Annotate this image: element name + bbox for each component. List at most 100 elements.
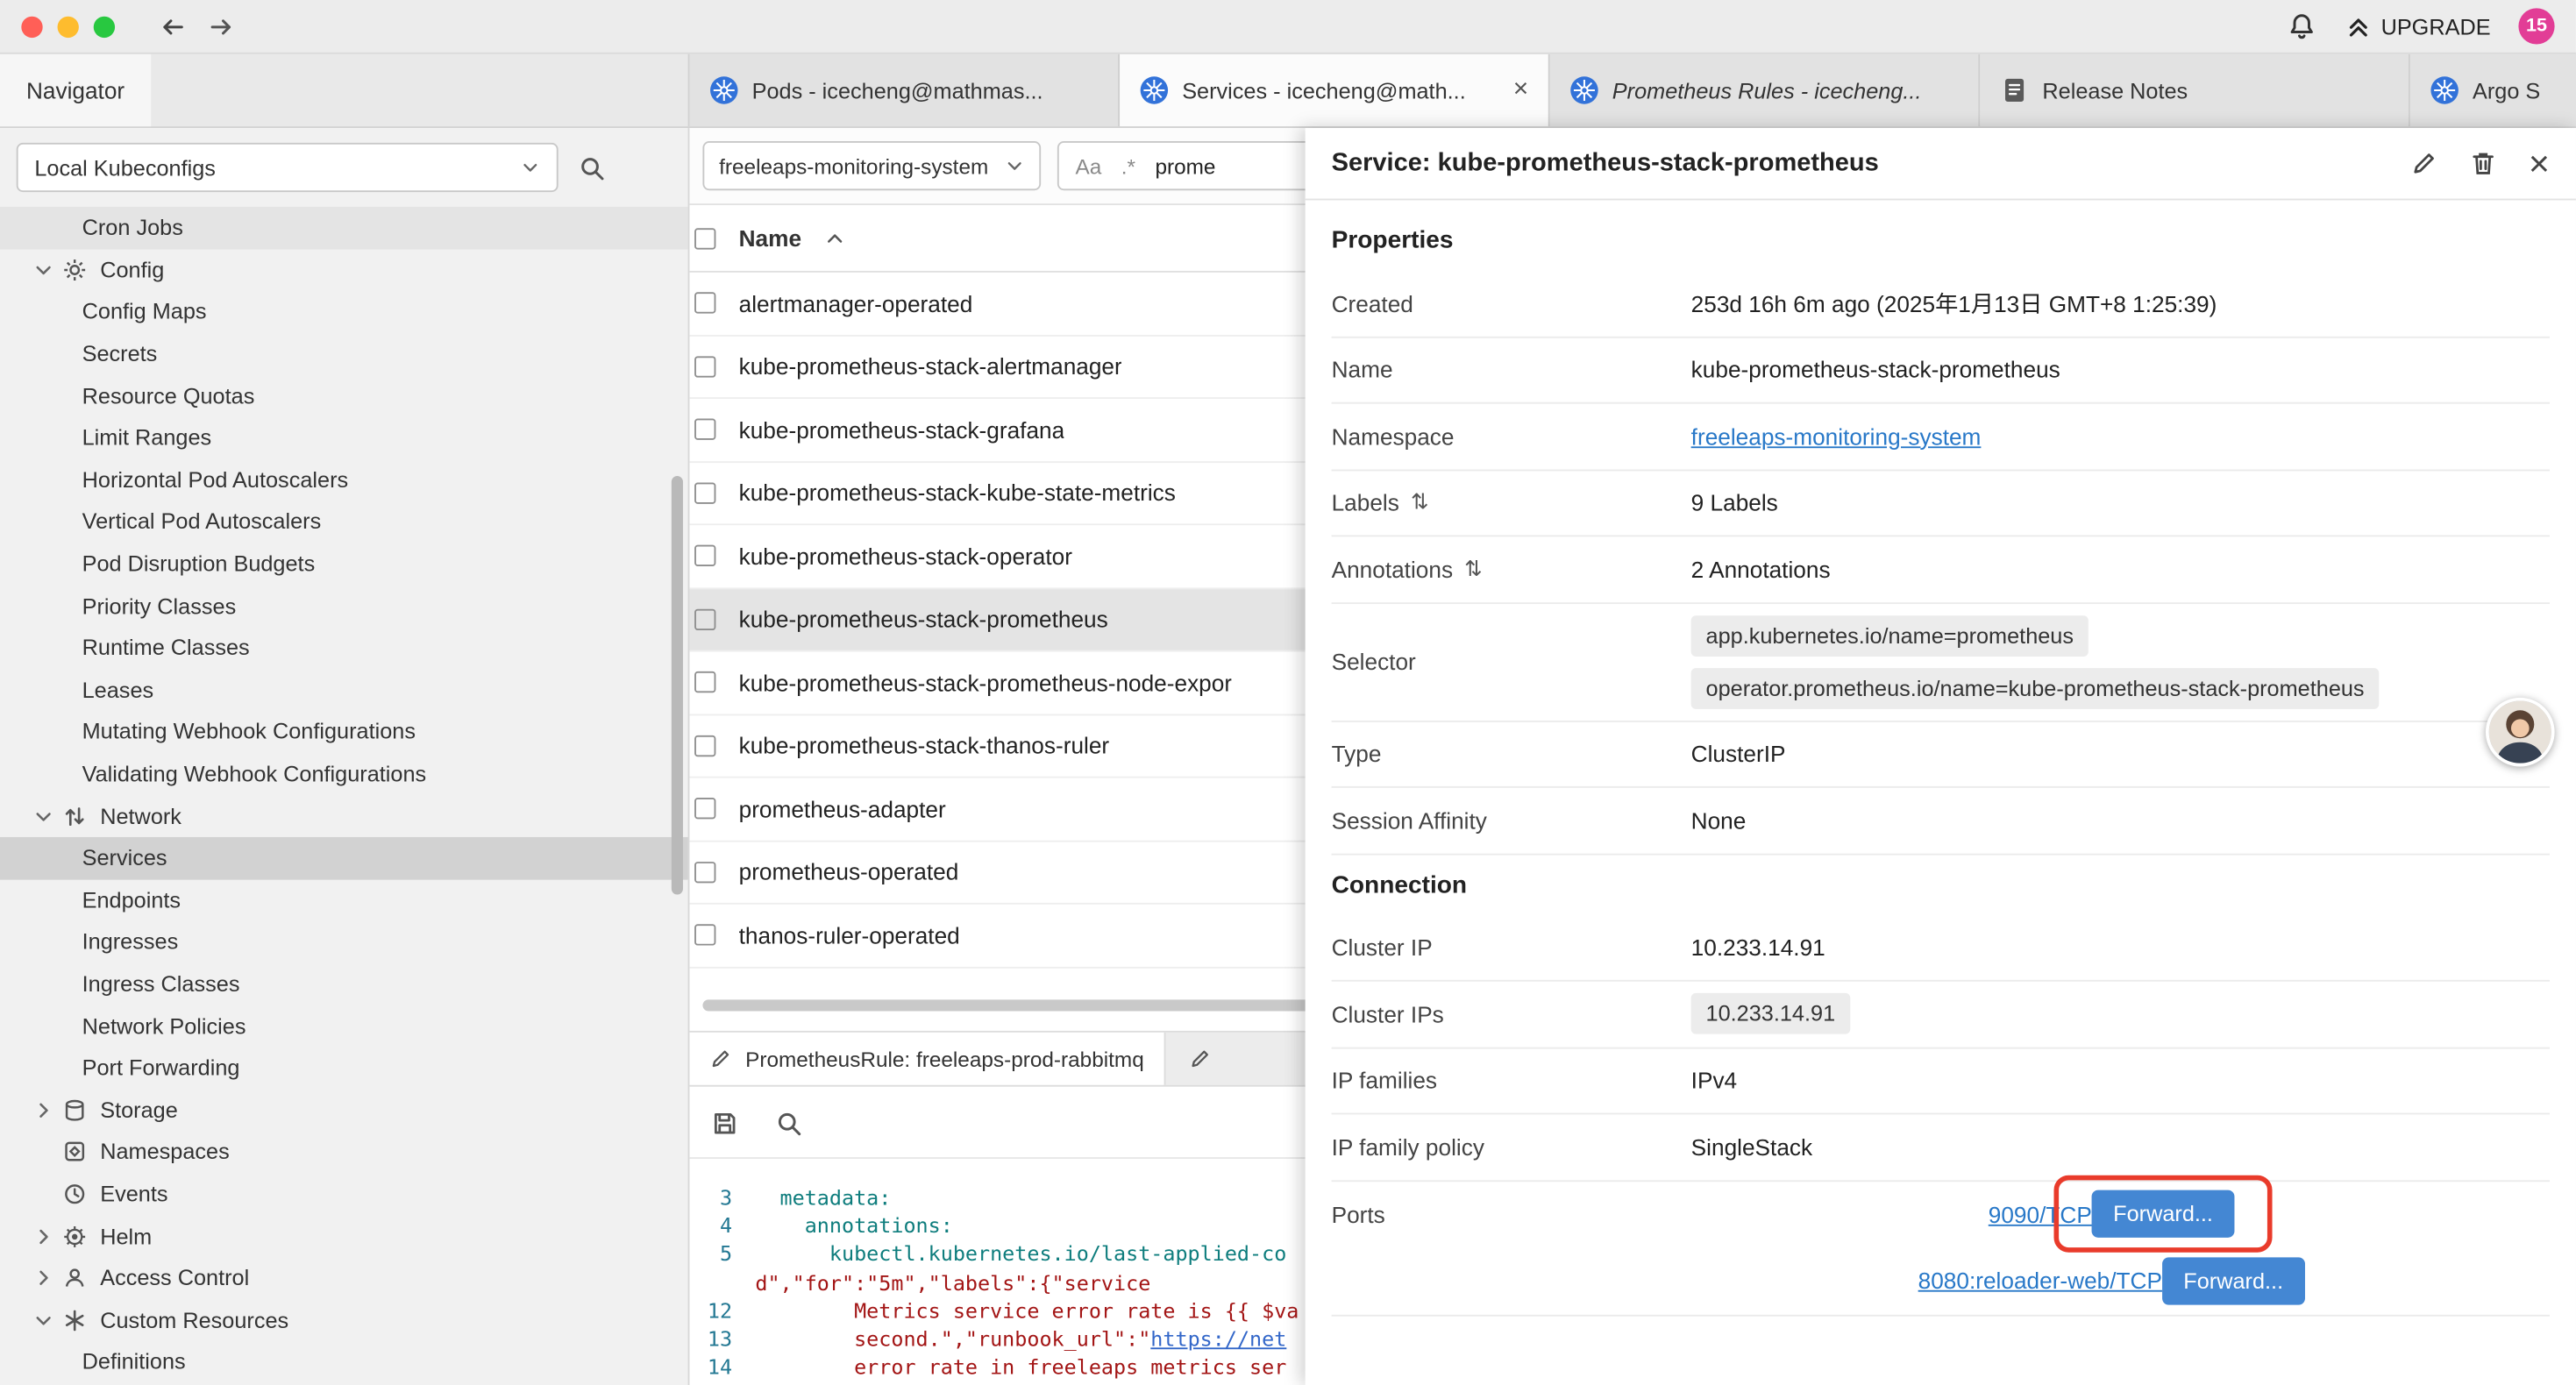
notifications-bell-icon[interactable] (2288, 11, 2317, 41)
table-row-kube-prometheus-stack-prometheus[interactable]: kube-prometheus-stack-prometheus (689, 588, 1329, 651)
row-checkbox[interactable] (694, 799, 715, 820)
sidebar-item-network-policies[interactable]: Network Policies (0, 1005, 688, 1047)
row-checkbox[interactable] (694, 671, 715, 692)
upgrade-button[interactable]: UPGRADE (2345, 12, 2490, 40)
port-link[interactable]: 8080:reloader-web/TCP (1918, 1268, 2162, 1294)
edit-pencil-icon[interactable] (2410, 149, 2438, 177)
row-checkbox[interactable] (694, 293, 715, 314)
user-avatar[interactable] (2486, 698, 2555, 767)
table-row-prometheus-adapter[interactable]: prometheus-adapter (689, 778, 1329, 842)
kubeconfig-selector[interactable]: Local Kubeconfigs (17, 143, 559, 192)
yaml-editor[interactable]: 3 metadata:4 annotations:5 kubectl.kuber… (689, 1159, 1329, 1385)
port-forward-button[interactable]: Forward... (2162, 1257, 2304, 1304)
tab-argo-s[interactable]: Argo S (2410, 54, 2576, 126)
expand-toggle-icon[interactable]: ⇅ (1464, 556, 1482, 582)
detail-label: Namespace (1332, 423, 1691, 450)
table-row-kube-prometheus-stack-prometheus-node-expor[interactable]: kube-prometheus-stack-prometheus-node-ex… (689, 651, 1329, 714)
namespace-link[interactable]: freeleaps-monitoring-system (1691, 423, 1982, 450)
document-icon (2000, 75, 2030, 105)
detail-label: Type (1332, 741, 1691, 767)
match-case-toggle[interactable]: Aa (1075, 153, 1101, 178)
sidebar-item-label: Helm (100, 1224, 152, 1248)
horizontal-scrollbar-thumb[interactable] (702, 999, 1313, 1011)
sidebar-scrollbar-thumb[interactable] (672, 476, 683, 894)
sidebar-item-resource-quotas[interactable]: Resource Quotas (0, 375, 688, 417)
sidebar-item-definitions[interactable]: Definitions (0, 1341, 688, 1383)
notification-count-badge[interactable]: 15 (2518, 8, 2554, 44)
row-checkbox[interactable] (694, 925, 715, 946)
sidebar-item-secrets[interactable]: Secrets (0, 333, 688, 375)
close-window-button[interactable] (21, 16, 42, 37)
row-checkbox[interactable] (694, 482, 715, 503)
dock-tab-prometheusrule[interactable]: PrometheusRule: freeleaps-prod-rabbitmq (689, 1033, 1165, 1085)
regex-toggle[interactable]: .* (1121, 153, 1135, 178)
sidebar-item-pod-disruption-budgets[interactable]: Pod Disruption Budgets (0, 543, 688, 585)
sidebar-item-services[interactable]: Services (0, 837, 688, 879)
sidebar-item-config-maps[interactable]: Config Maps (0, 291, 688, 333)
editor-line: 13 second.","runbook_url":"https://net (689, 1325, 1329, 1353)
sidebar-item-port-forwarding[interactable]: Port Forwarding (0, 1047, 688, 1089)
tab-release-notes[interactable]: Release Notes (1980, 54, 2410, 126)
table-row-kube-prometheus-stack-grafana[interactable]: kube-prometheus-stack-grafana (689, 399, 1329, 462)
table-row-kube-prometheus-stack-kube-state-metrics[interactable]: kube-prometheus-stack-kube-state-metrics (689, 462, 1329, 525)
delete-trash-icon[interactable] (2470, 149, 2498, 177)
sidebar-item-storage[interactable]: Storage (0, 1089, 688, 1131)
sidebar-item-custom-resources[interactable]: Custom Resources (0, 1299, 688, 1341)
sidebar-item-leases[interactable]: Leases (0, 669, 688, 711)
namespace-filter-select[interactable]: freeleaps-monitoring-system (702, 141, 1041, 190)
tab-services-icecheng-math[interactable]: Services - icecheng@math...× (1120, 54, 1550, 126)
row-checkbox[interactable] (694, 419, 715, 440)
sidebar-item-helm[interactable]: Helm (0, 1215, 688, 1257)
column-header-name[interactable]: Name (739, 225, 801, 252)
row-checkbox[interactable] (694, 862, 715, 883)
table-row-thanos-ruler-operated[interactable]: thanos-ruler-operated (689, 905, 1329, 968)
sidebar-item-cron-jobs[interactable]: Cron Jobs (0, 207, 688, 249)
sidebar-item-runtime-classes[interactable]: Runtime Classes (0, 627, 688, 669)
row-checkbox[interactable] (694, 356, 715, 377)
sort-ascending-icon[interactable] (824, 227, 845, 248)
save-icon[interactable] (711, 1109, 739, 1137)
tab-close-icon[interactable]: × (1513, 77, 1528, 103)
editor-search-icon[interactable] (775, 1109, 803, 1137)
table-row-prometheus-operated[interactable]: prometheus-operated (689, 842, 1329, 905)
minimize-window-button[interactable] (58, 16, 79, 37)
sidebar-search-icon[interactable] (578, 153, 606, 181)
select-all-checkbox[interactable] (694, 227, 715, 248)
sidebar-item-config[interactable]: Config (0, 249, 688, 291)
sidebar-item-access-control[interactable]: Access Control (0, 1257, 688, 1299)
row-checkbox[interactable] (694, 735, 715, 756)
close-icon[interactable]: × (2529, 146, 2550, 181)
sidebar-item-ingresses[interactable]: Ingresses (0, 921, 688, 963)
row-checkbox[interactable] (694, 608, 715, 629)
row-checkbox[interactable] (694, 545, 715, 566)
sidebar-item-vertical-pod-autoscalers[interactable]: Vertical Pod Autoscalers (0, 501, 688, 543)
expand-toggle-icon[interactable]: ⇅ (1411, 489, 1428, 515)
sidebar-item-label: Network (100, 804, 181, 828)
zoom-window-button[interactable] (94, 16, 115, 37)
sidebar-item-endpoints[interactable]: Endpoints (0, 879, 688, 921)
sidebar-item-ingress-classes[interactable]: Ingress Classes (0, 963, 688, 1005)
sidebar-item-network[interactable]: Network (0, 795, 688, 837)
table-search-input[interactable]: Aa .* prome (1057, 141, 1330, 190)
back-icon[interactable] (160, 12, 188, 40)
sidebar-item-horizontal-pod-autoscalers[interactable]: Horizontal Pod Autoscalers (0, 458, 688, 501)
table-row-kube-prometheus-stack-alertmanager[interactable]: kube-prometheus-stack-alertmanager (689, 336, 1329, 399)
sidebar-item-label: Network Policies (82, 1013, 246, 1038)
editor-line: 5 kubectl.kubernetes.io/last-applied-co (689, 1239, 1329, 1268)
sidebar-item-mutating-webhook-configurations[interactable]: Mutating Webhook Configurations (0, 711, 688, 753)
table-row-kube-prometheus-stack-thanos-ruler[interactable]: kube-prometheus-stack-thanos-ruler (689, 714, 1329, 778)
tab-pods-icecheng-mathmas[interactable]: Pods - icecheng@mathmas... (689, 54, 1120, 126)
port-link[interactable]: 9090/TCP (1989, 1201, 2092, 1227)
tab-prometheus-rules-icecheng[interactable]: Prometheus Rules - icecheng... (1550, 54, 1981, 126)
sidebar-item-namespaces[interactable]: Namespaces (0, 1131, 688, 1173)
sidebar-item-limit-ranges[interactable]: Limit Ranges (0, 417, 688, 459)
sidebar-item-validating-webhook-configurations[interactable]: Validating Webhook Configurations (0, 753, 688, 795)
sidebar-scrollbar[interactable] (672, 128, 683, 1385)
table-row-alertmanager-operated[interactable]: alertmanager-operated (689, 273, 1329, 336)
sidebar-item-label: Cron Jobs (82, 216, 183, 240)
table-row-kube-prometheus-stack-operator[interactable]: kube-prometheus-stack-operator (689, 525, 1329, 588)
forward-icon[interactable] (207, 12, 235, 40)
sidebar-item-events[interactable]: Events (0, 1173, 688, 1215)
sidebar-item-priority-classes[interactable]: Priority Classes (0, 585, 688, 627)
port-forward-button[interactable]: Forward... (2092, 1190, 2234, 1238)
